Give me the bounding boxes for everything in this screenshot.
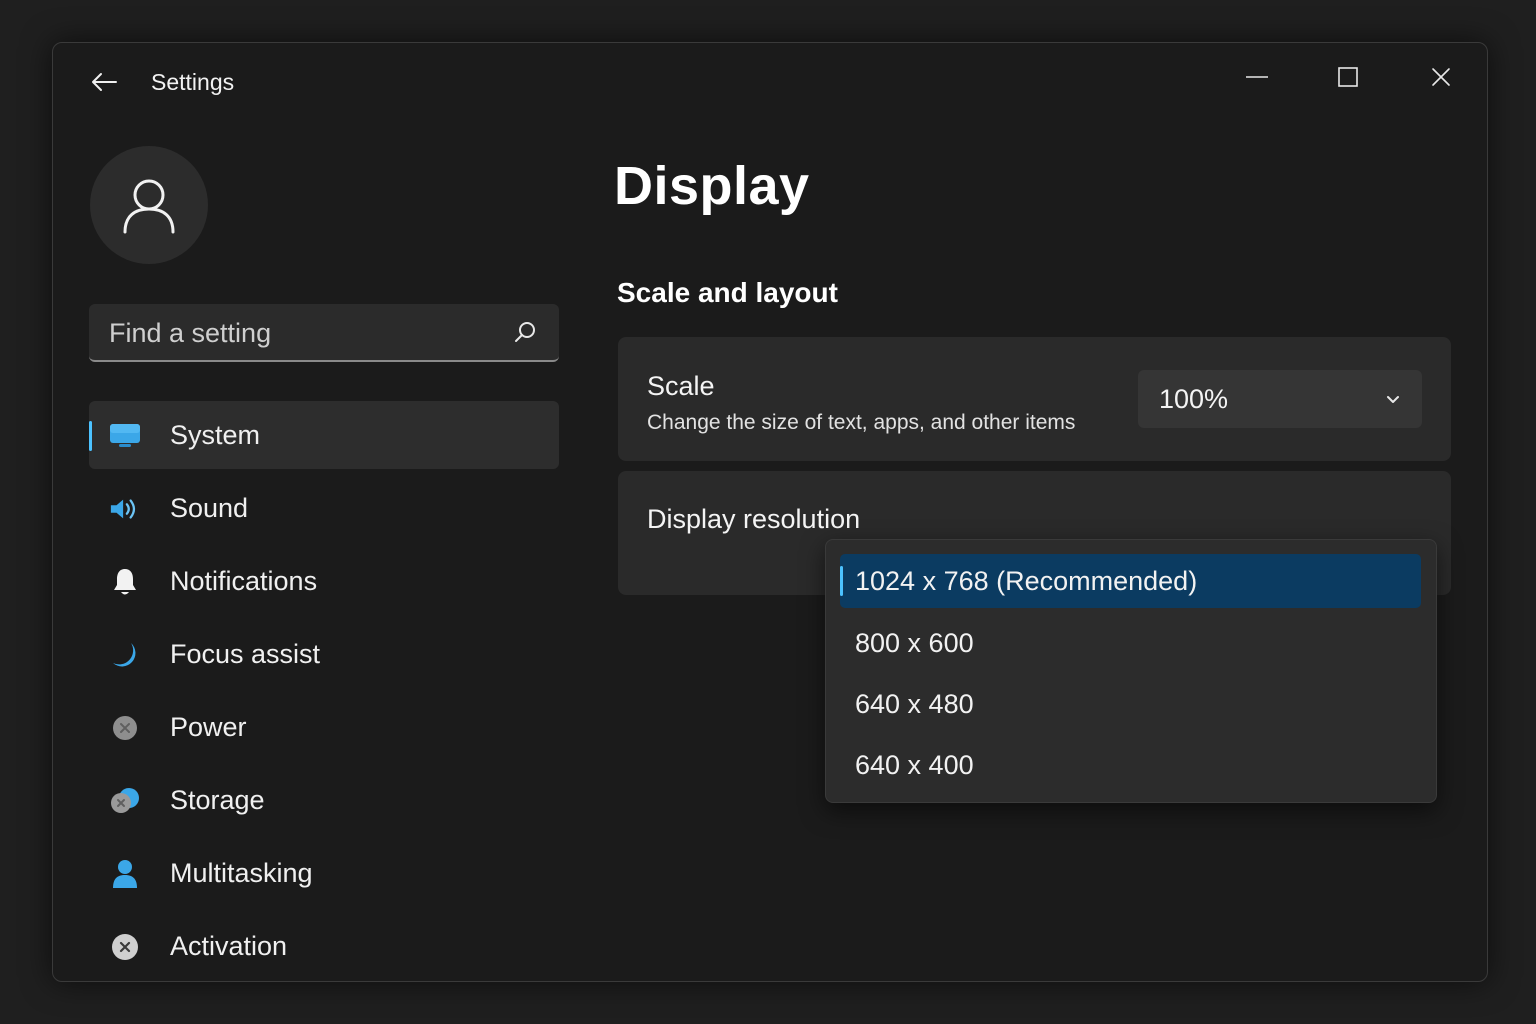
sidebar-item-activation[interactable]: Activation bbox=[89, 912, 559, 980]
sidebar-item-label: Power bbox=[170, 711, 247, 742]
resolution-option-label: 800 x 600 bbox=[855, 628, 974, 658]
sidebar-item-label: Activation bbox=[170, 930, 288, 961]
resolution-option[interactable]: 640 x 480 bbox=[840, 677, 1421, 731]
settings-window: Settings Find a setting System Sound Not… bbox=[52, 42, 1488, 982]
sidebar-item-label: Multitasking bbox=[170, 857, 313, 888]
back-arrow-icon bbox=[92, 73, 117, 91]
user-icon bbox=[123, 179, 175, 234]
sidebar-item-focus-assist[interactable]: Focus assist bbox=[89, 620, 559, 688]
storage-icon bbox=[109, 786, 141, 816]
resolution-option[interactable]: 800 x 600 bbox=[840, 616, 1421, 670]
sidebar-item-power[interactable]: Power bbox=[89, 693, 559, 761]
resolution-option-label: 1024 x 768 (Recommended) bbox=[855, 566, 1198, 596]
search-icon[interactable] bbox=[513, 320, 537, 344]
sidebar-item-notifications[interactable]: Notifications bbox=[89, 547, 559, 615]
sidebar-item-label: Notifications bbox=[170, 565, 318, 596]
search-box bbox=[89, 304, 559, 362]
sidebar-item-multitasking[interactable]: Multitasking bbox=[89, 839, 559, 907]
close-button[interactable] bbox=[1411, 57, 1471, 97]
monitor-icon bbox=[109, 421, 141, 451]
resolution-title: Display resolution bbox=[647, 504, 861, 534]
bell-icon bbox=[109, 567, 141, 597]
sidebar-item-sound[interactable]: Sound bbox=[89, 474, 559, 542]
scale-dropdown[interactable]: 100% bbox=[1138, 370, 1422, 428]
app-title: Settings bbox=[151, 69, 235, 95]
scale-value: 100% bbox=[1159, 384, 1229, 414]
resolution-option[interactable]: 1024 x 768 (Recommended) bbox=[840, 554, 1421, 608]
resolution-option-label: 640 x 400 bbox=[855, 750, 974, 780]
person-icon bbox=[109, 859, 141, 889]
moon-icon bbox=[109, 640, 141, 670]
sidebar-item-label: Focus assist bbox=[170, 638, 321, 669]
activation-icon bbox=[109, 932, 141, 962]
sidebar-item-label: Sound bbox=[170, 492, 249, 523]
resolution-option-label: 640 x 480 bbox=[855, 689, 974, 719]
sidebar-item-label: Storage bbox=[170, 784, 265, 815]
resolution-dropdown-menu: 1024 x 768 (Recommended) 800 x 600 640 x… bbox=[825, 539, 1437, 803]
maximize-icon bbox=[1338, 67, 1358, 87]
sidebar-item-storage[interactable]: Storage bbox=[89, 766, 559, 834]
scale-card: Scale Change the size of text, apps, and… bbox=[618, 337, 1451, 461]
minimize-icon bbox=[1246, 76, 1268, 78]
page-title: Display bbox=[614, 156, 810, 216]
speaker-icon bbox=[109, 494, 141, 524]
back-button[interactable] bbox=[87, 67, 121, 97]
power-icon bbox=[109, 713, 141, 743]
resolution-option[interactable]: 640 x 400 bbox=[840, 738, 1421, 792]
scale-title: Scale bbox=[647, 371, 715, 401]
sidebar-item-label: System bbox=[170, 419, 261, 450]
minimize-button[interactable] bbox=[1227, 57, 1287, 97]
sidebar-nav: System Sound Notifications Focus assist … bbox=[89, 401, 559, 981]
close-icon bbox=[1432, 68, 1450, 86]
maximize-button[interactable] bbox=[1318, 57, 1378, 97]
sidebar-item-system[interactable]: System bbox=[89, 401, 559, 469]
search-input[interactable] bbox=[89, 304, 511, 362]
avatar[interactable] bbox=[90, 146, 208, 264]
chevron-down-icon bbox=[1387, 396, 1399, 403]
scale-description: Change the size of text, apps, and other… bbox=[647, 411, 1076, 434]
section-title: Scale and layout bbox=[617, 277, 838, 308]
